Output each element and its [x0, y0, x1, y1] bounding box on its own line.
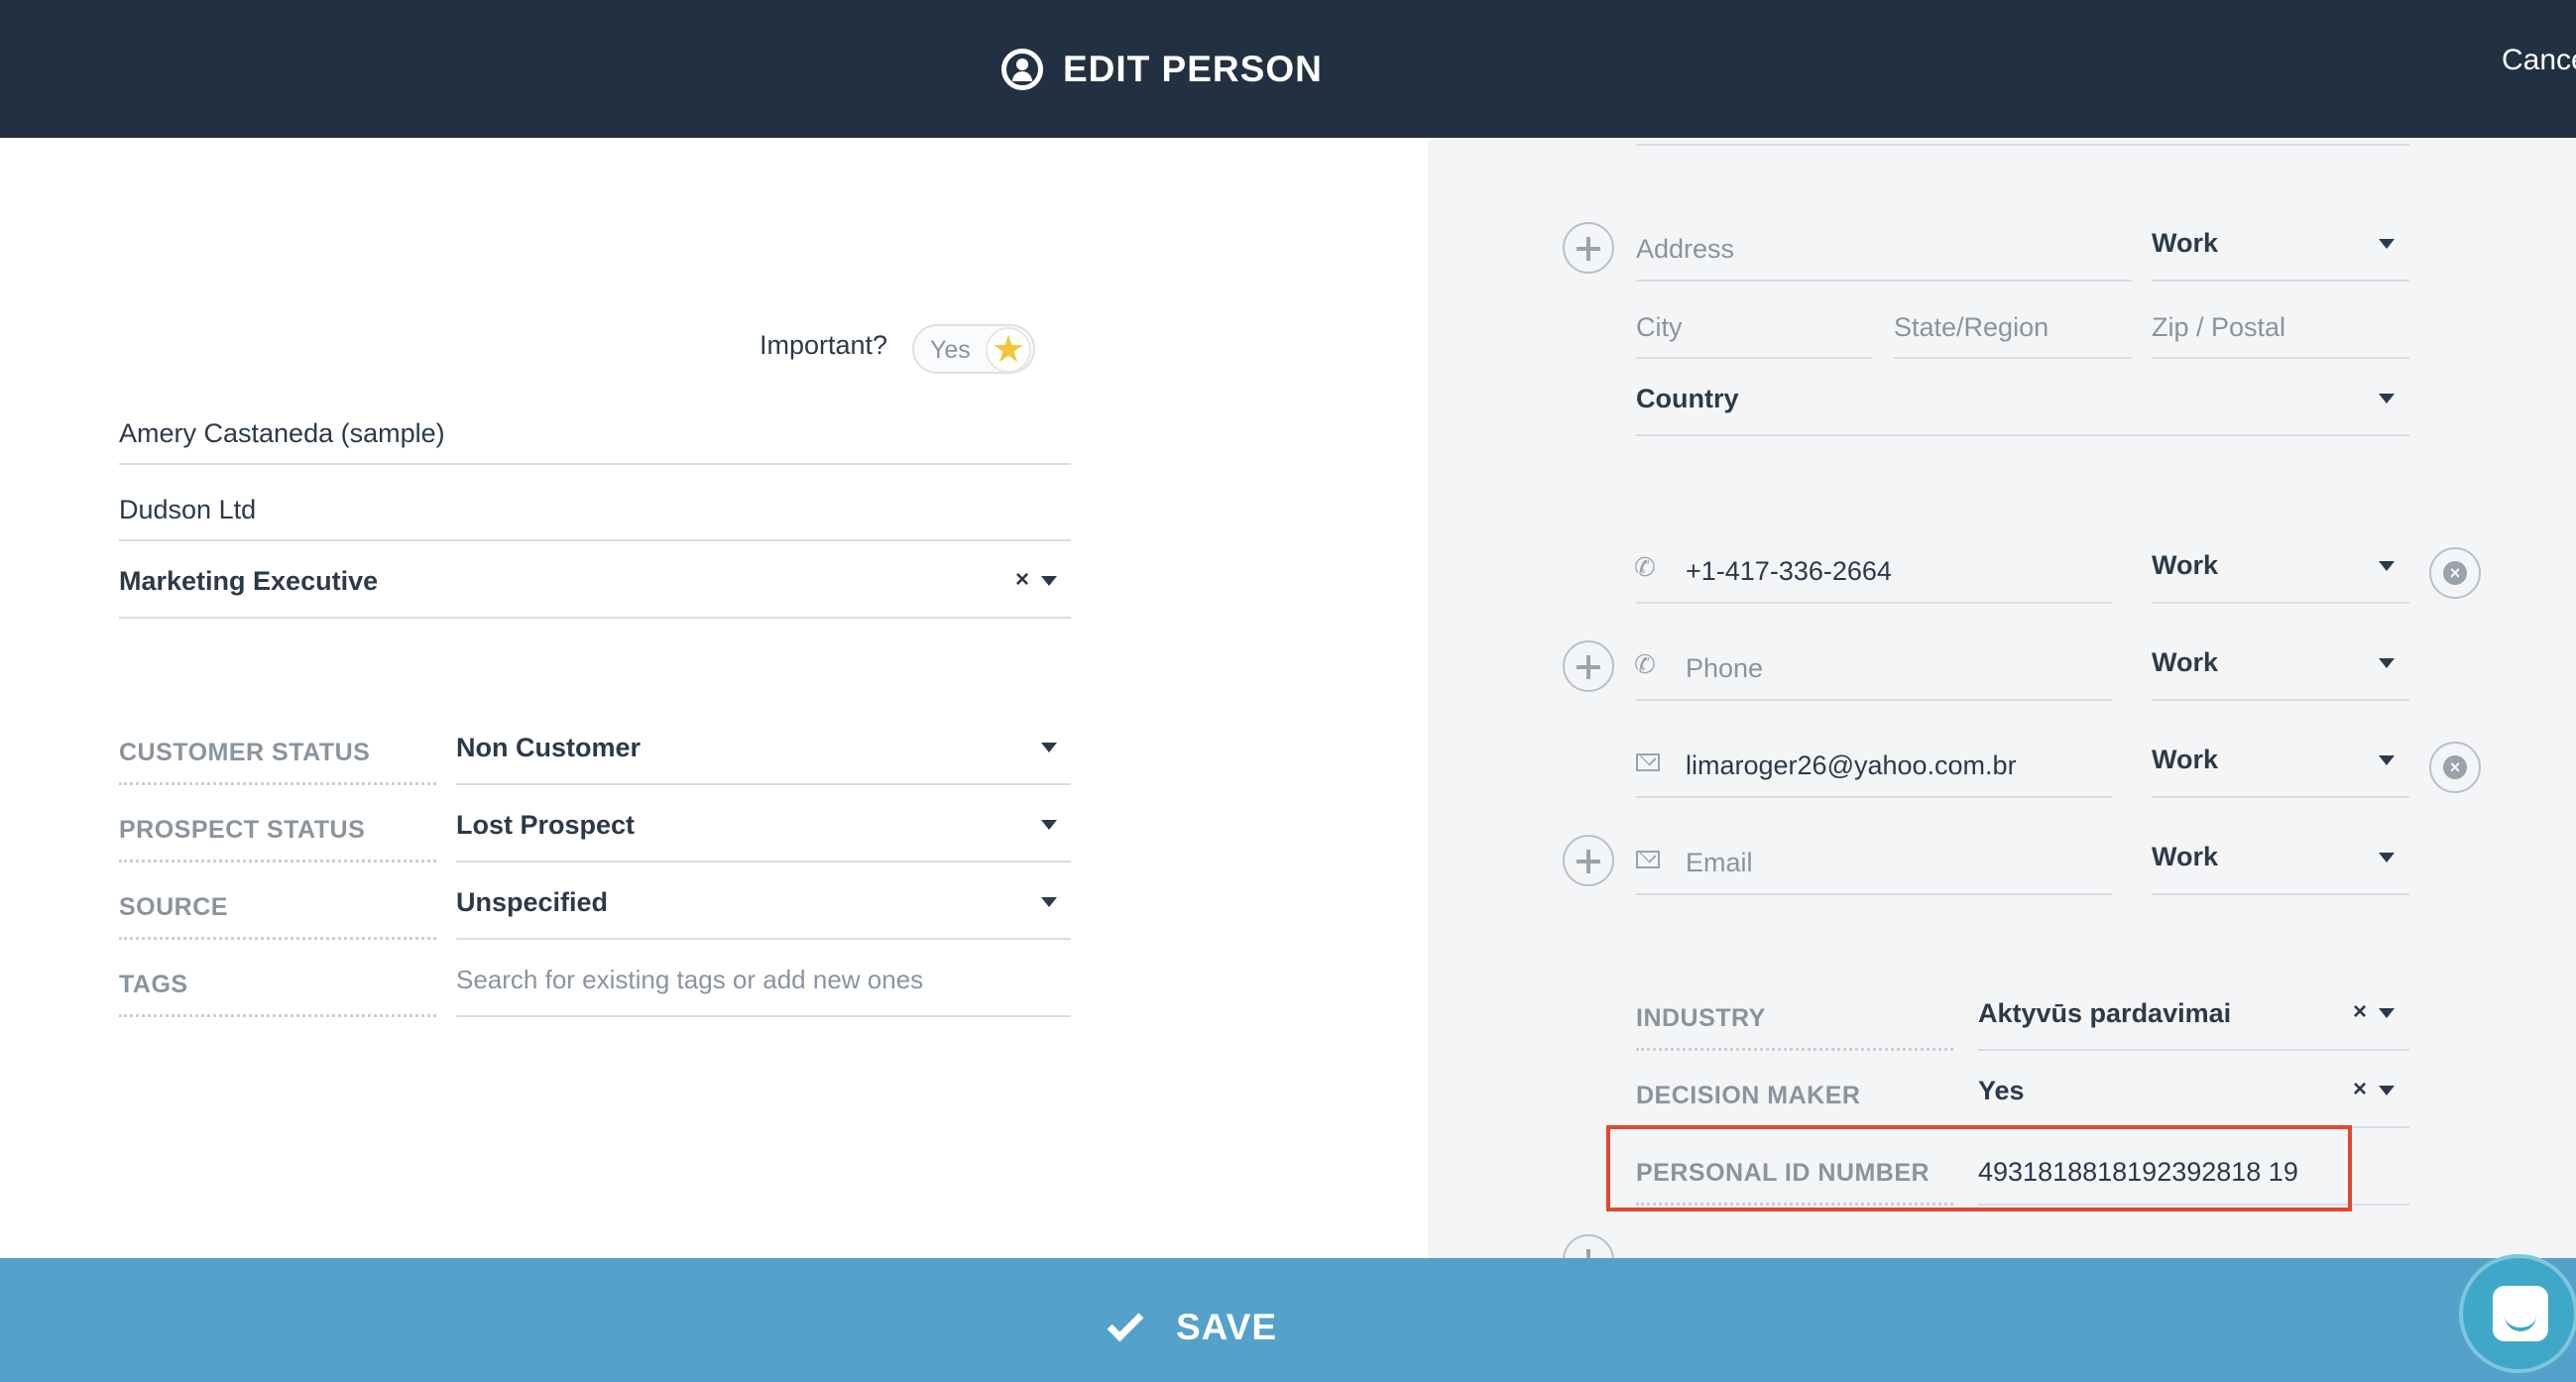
caret-down-icon[interactable] [1041, 576, 1057, 586]
email-type-select[interactable]: Work [2152, 745, 2218, 775]
source-dots [119, 937, 436, 940]
phone-value-input[interactable]: +1-417-336-2664 [1686, 556, 1892, 587]
clear-industry-icon[interactable]: × [2353, 998, 2367, 1026]
star-icon: ★ [986, 327, 1031, 373]
decision-maker-label: DECISION MAKER [1636, 1082, 1861, 1109]
decision-maker-select[interactable]: Yes [1978, 1076, 2025, 1106]
tags-underline [456, 1015, 1071, 1017]
prospect-status-label: PROSPECT STATUS [119, 816, 366, 844]
phone-new-type-underline [2152, 699, 2409, 701]
tags-input[interactable]: Search for existing tags or add new ones [456, 965, 923, 995]
zip-input[interactable]: Zip / Postal [2152, 312, 2285, 343]
address-input[interactable]: Address [1636, 234, 1734, 265]
tags-label: TAGS [119, 971, 188, 998]
caret-down-icon[interactable] [2379, 394, 2395, 403]
customer-status-select[interactable]: Non Customer [456, 733, 641, 763]
save-bar[interactable] [0, 1258, 2576, 1382]
caret-down-icon[interactable] [2379, 853, 2395, 863]
city-underline [1636, 357, 1872, 359]
save-button[interactable]: SAVE [1107, 1305, 1278, 1348]
address-type-select[interactable]: Work [2152, 228, 2218, 259]
customer-status-dots [119, 782, 436, 785]
company-field[interactable]: Dudson Ltd [119, 495, 256, 525]
caret-down-icon[interactable] [2379, 755, 2395, 765]
city-input[interactable]: City [1636, 312, 1683, 343]
caret-down-icon[interactable] [2379, 1008, 2395, 1018]
state-input[interactable]: State/Region [1894, 312, 2049, 343]
state-underline [1894, 357, 2132, 359]
left-panel [0, 138, 1428, 1258]
caret-down-icon[interactable] [1041, 897, 1057, 907]
industry-dots [1636, 1048, 1953, 1051]
address-underline [1636, 280, 2132, 282]
clear-decision-maker-icon[interactable]: × [2353, 1076, 2367, 1103]
toggle-yes-label: Yes [930, 336, 971, 364]
email-input[interactable]: Email [1686, 848, 1753, 878]
remove-phone-x-circle-icon[interactable]: × [2429, 547, 2481, 599]
add-address-plus-circle-icon[interactable] [1563, 222, 1614, 274]
phone-type-select[interactable]: Work [2152, 550, 2218, 581]
clear-title-icon[interactable]: × [1015, 566, 1029, 594]
source-label: SOURCE [119, 893, 228, 921]
prospect-status-select[interactable]: Lost Prospect [456, 810, 635, 841]
remove-phone-x-symbol: × [2443, 561, 2467, 585]
zip-underline [2152, 357, 2409, 359]
source-underline [456, 938, 1071, 940]
title-field[interactable]: Marketing Executive [119, 566, 378, 597]
name-underline [119, 463, 1071, 465]
country-select[interactable]: Country [1636, 384, 1739, 414]
email-new-type-underline [2152, 893, 2409, 895]
caret-down-icon[interactable] [1041, 743, 1057, 752]
add-email-plus-circle-icon[interactable] [1563, 835, 1614, 886]
country-underline [1636, 434, 2409, 436]
source-select[interactable]: Unspecified [456, 887, 608, 918]
important-toggle[interactable]: Yes ★ [912, 324, 1035, 374]
industry-label: INDUSTRY [1636, 1004, 1766, 1032]
title-underline [119, 617, 1071, 619]
industry-underline [1978, 1049, 2409, 1051]
top-underline [1636, 144, 2409, 146]
add-phone-plus-circle-icon[interactable] [1563, 640, 1614, 692]
email-new-underline [1636, 893, 2112, 895]
email-new-type-select[interactable]: Work [2152, 842, 2218, 872]
mail-icon [1636, 753, 1660, 771]
email-underline [1636, 796, 2112, 798]
industry-select[interactable]: Aktyvūs pardavimai [1978, 998, 2231, 1029]
phone-new-type-select[interactable]: Work [2152, 647, 2218, 678]
caret-down-icon[interactable] [2379, 561, 2395, 571]
remove-email-x-symbol: × [2443, 755, 2467, 779]
caret-down-icon[interactable] [2379, 239, 2395, 249]
page-title: EDIT PERSON [1063, 49, 1323, 89]
cancel-button[interactable]: Cance [2502, 44, 2576, 77]
customer-status-underline [456, 783, 1071, 785]
tags-dots [119, 1014, 436, 1017]
mail-icon [1636, 851, 1660, 868]
company-underline [119, 539, 1071, 541]
customer-status-label: CUSTOMER STATUS [119, 739, 371, 766]
name-field[interactable]: Amery Castaneda (sample) [119, 418, 445, 449]
save-label: SAVE [1176, 1307, 1278, 1347]
important-label: Important? [760, 330, 888, 360]
email-type-underline [2152, 796, 2409, 798]
phone-new-underline [1636, 699, 2112, 701]
phone-underline [1636, 602, 2112, 604]
address-type-underline [2152, 280, 2409, 282]
caret-down-icon[interactable] [2379, 1086, 2395, 1095]
check-icon [1107, 1305, 1144, 1342]
phone-type-underline [2152, 602, 2409, 604]
chat-icon[interactable] [2459, 1254, 2576, 1373]
person-icon [1001, 49, 1043, 90]
phone-input[interactable]: Phone [1686, 653, 1763, 684]
remove-email-x-circle-icon[interactable]: × [2429, 742, 2481, 793]
header-title: EDIT PERSON [1001, 38, 1323, 101]
prospect-status-dots [119, 860, 436, 863]
prospect-status-underline [456, 861, 1071, 863]
caret-down-icon[interactable] [2379, 658, 2395, 668]
phone-icon: ✆ [1634, 649, 1656, 679]
phone-icon: ✆ [1634, 552, 1656, 582]
email-value-input[interactable]: limaroger26@yahoo.com.br [1686, 750, 2017, 781]
personal-id-highlight [1606, 1125, 2352, 1211]
app-header: EDIT PERSON Cance [0, 0, 2576, 138]
caret-down-icon[interactable] [1041, 820, 1057, 830]
